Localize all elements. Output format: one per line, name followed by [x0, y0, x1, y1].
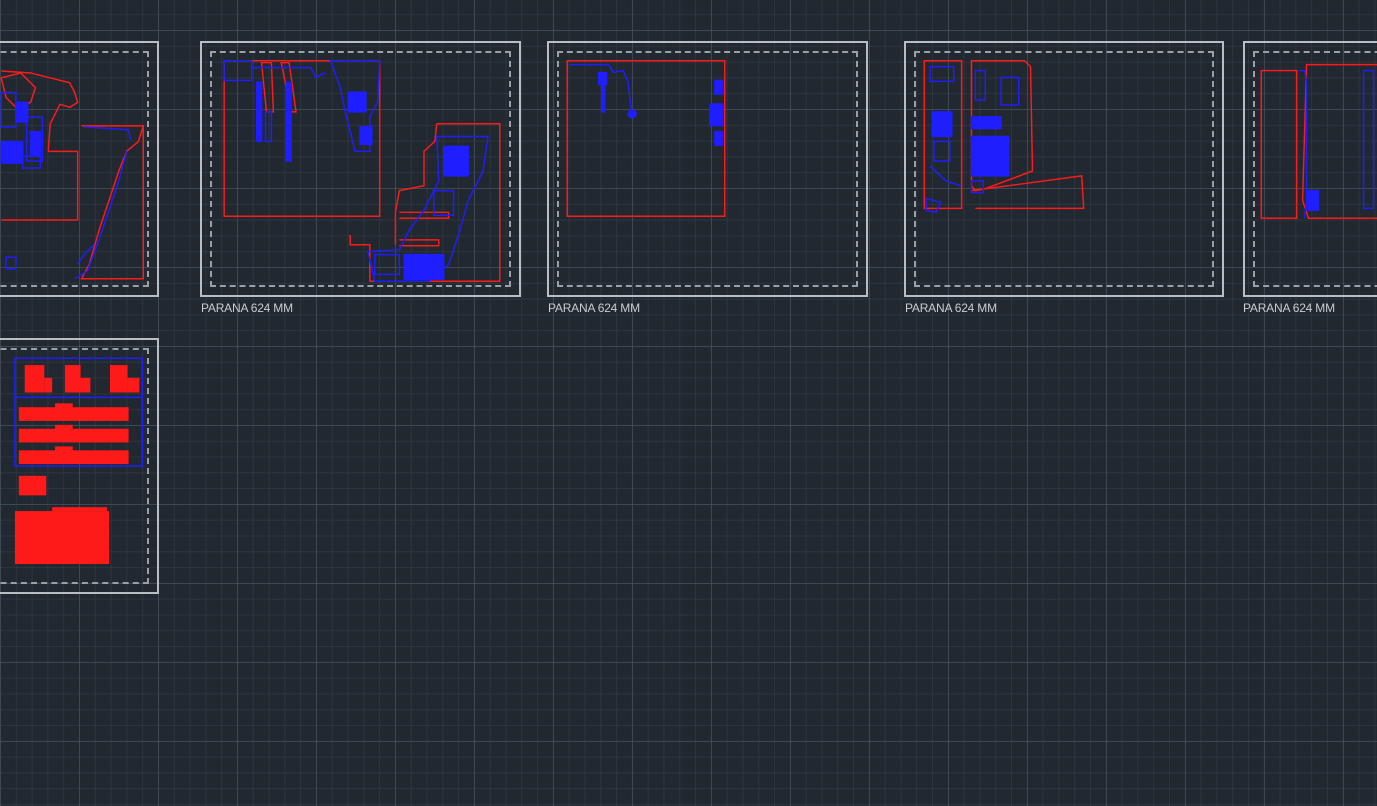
- layout-sheet-4[interactable]: PARANA 624 MM: [904, 41, 1224, 315]
- sheet-3-title: PARANA 624 MM: [548, 301, 640, 315]
- sheet-6-drawing: [14, 357, 144, 564]
- sheet-4-drawing: [923, 59, 1085, 214]
- sheet-2-drawing: [223, 59, 501, 282]
- sheet-5-title: PARANA 624 MM: [1243, 301, 1335, 315]
- layout-sheet-3[interactable]: PARANA 624 MM: [547, 41, 868, 315]
- layout-sheet-5[interactable]: PARANA 624 MM: [1243, 41, 1377, 315]
- sheet-4-title: PARANA 624 MM: [905, 301, 997, 315]
- sheet-5-drawing: [1260, 63, 1377, 219]
- cad-model-space[interactable]: PARANA 624 MM PARANA 624 MM PARANA 624 M…: [0, 0, 1377, 806]
- sheet-1-drawing: [0, 70, 145, 280]
- sheet-3-drawing: [566, 59, 726, 217]
- layout-sheet-1[interactable]: [0, 41, 159, 297]
- sheet-2-title: PARANA 624 MM: [201, 301, 293, 315]
- layout-sheet-2[interactable]: PARANA 624 MM: [200, 41, 521, 315]
- layout-sheet-6[interactable]: [0, 338, 159, 594]
